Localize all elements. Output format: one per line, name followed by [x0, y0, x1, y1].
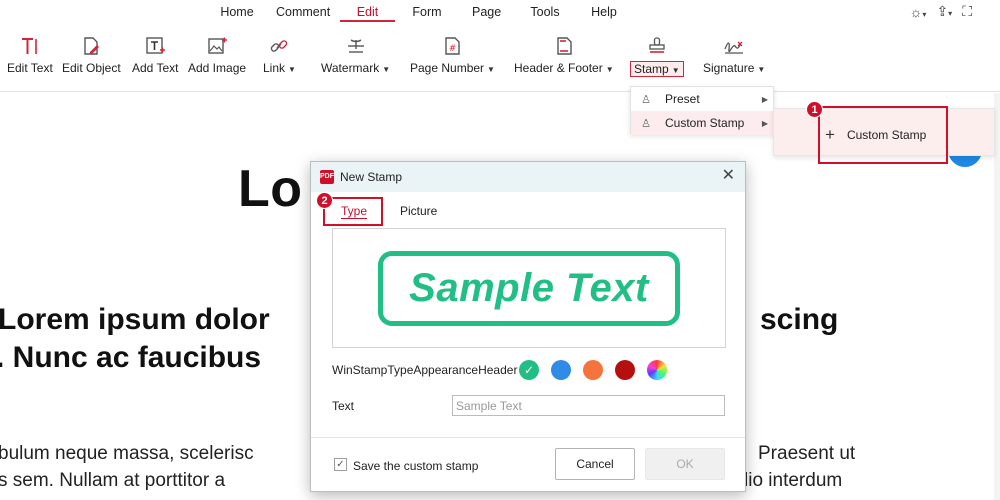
- watermark-caret-icon: ▼: [382, 65, 391, 74]
- tab-picture[interactable]: Picture: [400, 204, 437, 218]
- stamp-dropdown-menu: ♙ Preset ▶ ♙ Custom Stamp ▶: [630, 86, 774, 135]
- header-footer-caret-icon: ▼: [605, 65, 614, 74]
- menu-bar: Home Comment Edit Form Page Tools Help ☼…: [0, 0, 1000, 26]
- menu-item-preset-label: Preset: [665, 92, 700, 106]
- close-icon[interactable]: ✕: [722, 168, 735, 184]
- menu-item-preset[interactable]: ♙ Preset ▶: [631, 87, 774, 111]
- edit-text-button[interactable]: Edit Text: [7, 34, 53, 75]
- chevron-right-icon: ▶: [761, 118, 768, 128]
- page-number-icon: #: [441, 34, 463, 58]
- add-image-button[interactable]: Add Image: [188, 34, 246, 75]
- header-footer-label: Header & Footer: [514, 61, 603, 75]
- stamp-button[interactable]: Stamp ▼: [630, 34, 684, 77]
- edit-text-icon: [19, 34, 41, 58]
- signature-button[interactable]: Signature ▼: [703, 34, 765, 75]
- color-swatch-custom[interactable]: [647, 360, 667, 380]
- color-swatch-orange[interactable]: [583, 360, 603, 380]
- document-body-line2: s sem. Nullam at porttitor a: [0, 470, 226, 491]
- preset-stamp-icon: ♙: [641, 93, 651, 106]
- document-body-line1-right: Praesent ut: [758, 443, 856, 464]
- stamp-preview: Sample Text: [332, 228, 726, 348]
- step1-highlight: [818, 106, 948, 164]
- dialog-title: New Stamp: [340, 170, 403, 184]
- add-text-icon: [144, 34, 166, 58]
- add-image-icon: [206, 34, 228, 58]
- theme-icon[interactable]: ☼▾: [910, 4, 927, 20]
- edit-object-label: Edit Object: [62, 61, 121, 75]
- appearance-label: WinStampTypeAppearanceHeader: [332, 363, 518, 377]
- document-body-line1: bulum neque massa, scelerisc: [0, 443, 254, 464]
- link-icon: [268, 34, 290, 58]
- save-custom-stamp-checkbox[interactable]: ✓: [334, 458, 347, 471]
- app-logo-icon: PDF: [320, 170, 334, 184]
- step2-badge: 2: [316, 192, 333, 209]
- text-label: Text: [332, 399, 355, 413]
- cancel-button[interactable]: Cancel: [555, 448, 635, 480]
- dialog-title-bar: PDF New Stamp ✕: [311, 162, 745, 192]
- ribbon-toolbar: Edit Text Edit Object Add Text Add Image…: [0, 26, 1000, 92]
- watermark-label: Watermark: [321, 61, 380, 75]
- color-swatch-dark-red[interactable]: [615, 360, 635, 380]
- stamp-icon: [646, 34, 668, 58]
- fullscreen-icon[interactable]: ⛶: [962, 3, 972, 20]
- add-image-label: Add Image: [188, 61, 247, 75]
- color-swatch-green[interactable]: ✓: [519, 360, 539, 380]
- document-heading-line1-right: scing: [760, 303, 839, 336]
- document-heading-line2: . Nunc ac faucibus: [0, 341, 262, 374]
- watermark-button[interactable]: Watermark ▼: [321, 34, 390, 75]
- checkmark-icon: ✓: [523, 363, 535, 377]
- checkmark-icon: ✓: [336, 458, 345, 470]
- custom-stamp-icon: ♙: [641, 117, 651, 130]
- stamp-preview-text: Sample Text: [409, 266, 649, 310]
- edit-text-label: Edit Text: [7, 61, 53, 75]
- page-number-button[interactable]: # Page Number ▼: [410, 34, 495, 75]
- tab-edit[interactable]: Edit: [340, 4, 395, 22]
- dialog-divider: [311, 437, 745, 438]
- tab-page[interactable]: Page: [472, 4, 501, 22]
- link-label: Link: [263, 61, 286, 75]
- tab-help[interactable]: Help: [591, 4, 617, 22]
- menu-item-custom-stamp[interactable]: ♙ Custom Stamp ▶: [631, 111, 774, 135]
- edit-object-icon: [80, 34, 102, 58]
- tab-tools[interactable]: Tools: [530, 4, 560, 22]
- stamp-preview-frame: Sample Text: [378, 251, 680, 326]
- link-caret-icon: ▼: [288, 65, 296, 74]
- menu-item-custom-stamp-label: Custom Stamp: [665, 116, 745, 130]
- page-number-caret-icon: ▼: [487, 65, 495, 74]
- page-number-label: Page Number: [410, 61, 485, 75]
- signature-caret-icon: ▼: [757, 65, 766, 74]
- stamp-label: Stamp: [634, 62, 669, 76]
- chevron-right-icon: ▶: [761, 94, 768, 104]
- signature-icon: [723, 34, 745, 58]
- tab-form[interactable]: Form: [412, 4, 442, 22]
- edit-object-button[interactable]: Edit Object: [62, 34, 121, 75]
- new-stamp-dialog: PDF New Stamp ✕ Type Picture 2 Sample Te…: [310, 161, 746, 492]
- color-swatch-blue[interactable]: [551, 360, 571, 380]
- watermark-icon: [345, 34, 367, 58]
- tab-comment[interactable]: Comment: [276, 4, 330, 22]
- ok-button[interactable]: OK: [645, 448, 725, 480]
- step1-badge: 1: [806, 101, 823, 118]
- save-custom-stamp-label: Save the custom stamp: [353, 459, 479, 473]
- header-footer-button[interactable]: Header & Footer ▼: [514, 34, 614, 75]
- link-button[interactable]: Link ▼: [263, 34, 296, 75]
- tab-home[interactable]: Home: [220, 4, 254, 22]
- add-text-button[interactable]: Add Text: [132, 34, 178, 75]
- share-icon[interactable]: ⇪▾: [936, 3, 952, 20]
- document-title: Lo: [238, 160, 303, 218]
- header-footer-icon: [553, 34, 575, 58]
- add-text-label: Add Text: [132, 61, 179, 75]
- document-body-line2-right: lio interdum: [744, 470, 843, 491]
- stamp-text-input[interactable]: [452, 395, 725, 416]
- svg-text:#: #: [449, 44, 457, 54]
- signature-label: Signature: [703, 61, 755, 75]
- document-heading-line1: Lorem ipsum dolor: [0, 303, 270, 336]
- stamp-caret-icon: ▼: [671, 66, 680, 75]
